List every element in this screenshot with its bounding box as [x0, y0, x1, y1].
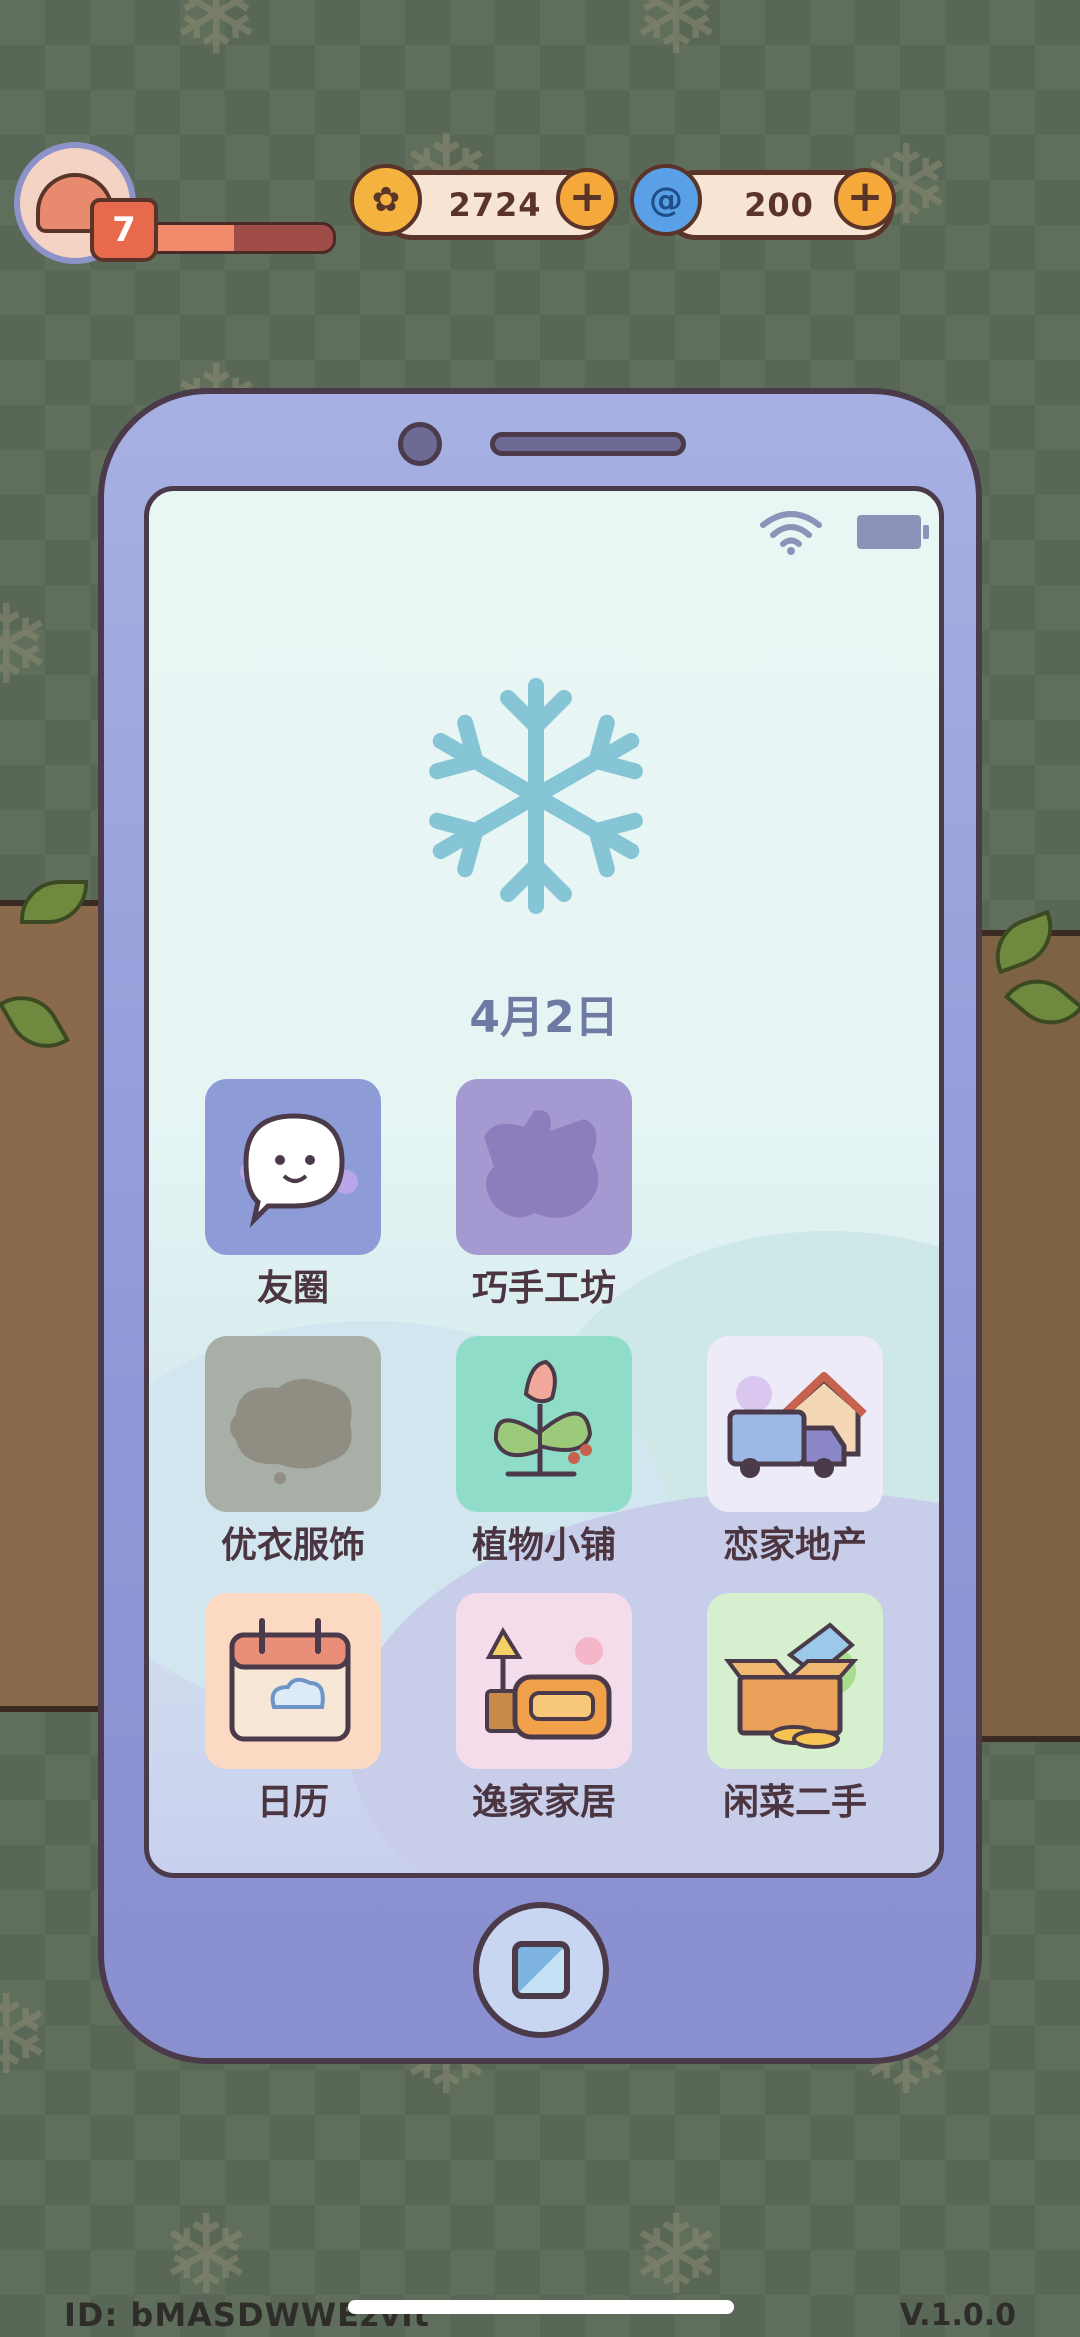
- calendar-icon: [205, 1593, 381, 1769]
- box-graphic: [724, 1622, 859, 1749]
- phone-home-button[interactable]: [473, 1902, 609, 2038]
- plant-icon: [456, 1336, 632, 1512]
- home-indicator[interactable]: [348, 2300, 734, 2314]
- add-coins-button[interactable]: +: [556, 168, 618, 230]
- app-plant-shop[interactable]: 植物小铺: [454, 1336, 634, 1568]
- app-label: 优衣服饰: [220, 1525, 365, 1566]
- swirl-gem-icon: @: [630, 164, 702, 236]
- locked-silhouette: [484, 1110, 599, 1218]
- app-clothing-locked[interactable]: 优衣服饰: [203, 1336, 383, 1568]
- locked-silhouette: [230, 1378, 352, 1484]
- furniture-graphic: [485, 1626, 612, 1740]
- app-real-estate[interactable]: 恋家地产: [705, 1336, 885, 1568]
- furniture-icon: [456, 1593, 632, 1769]
- wifi-icon: [760, 511, 822, 555]
- background-snowflake-icon: ❄: [0, 581, 53, 709]
- level-badge: 7: [90, 198, 158, 262]
- home-square-icon: [512, 1941, 570, 1999]
- app-label: 植物小铺: [471, 1525, 616, 1566]
- chat-bubble-graphic: [240, 1113, 358, 1228]
- coin-icon: ✿: [350, 164, 422, 236]
- background-snowflake-icon: ❄: [630, 2191, 723, 2319]
- phone-camera: [398, 422, 442, 466]
- chat-bubble-icon: [205, 1079, 381, 1255]
- battery-icon: [857, 515, 929, 549]
- weather-snowflake-icon: [429, 678, 643, 914]
- phone-screen: 4月2日 友圈 巧手工坊 优衣服饰 植物小铺 恋家地产 日历 逸家家居 闲菜二手: [144, 486, 944, 1878]
- app-label: 日历: [256, 1782, 329, 1823]
- coin-amount: 2724: [448, 186, 542, 224]
- background-snowflake-icon: ❄: [160, 2191, 253, 2319]
- version-label: V.1.0.0: [899, 2298, 1016, 2333]
- moving-truck-icon: [707, 1336, 883, 1512]
- app-label: 巧手工坊: [471, 1268, 616, 1309]
- workshop-icon: [456, 1079, 632, 1255]
- clothing-icon: [205, 1336, 381, 1512]
- secondhand-box-icon: [707, 1593, 883, 1769]
- app-label: 逸家家居: [471, 1782, 616, 1823]
- gem-amount: 200: [744, 186, 814, 224]
- app-home-furnishing[interactable]: 逸家家居: [454, 1593, 634, 1825]
- plant-graphic: [493, 1359, 593, 1477]
- phone-speaker: [490, 432, 686, 456]
- background-snowflake-icon: ❄: [170, 0, 263, 79]
- background-snowflake-icon: ❄: [0, 1971, 53, 2099]
- app-label: 闲菜二手: [722, 1782, 867, 1823]
- app-workshop-locked[interactable]: 巧手工坊: [454, 1079, 634, 1311]
- app-moments[interactable]: 友圈: [203, 1079, 383, 1311]
- xp-progress-bar: [140, 222, 336, 254]
- date-display: 4月2日: [469, 992, 619, 1043]
- app-secondhand[interactable]: 闲菜二手: [705, 1593, 885, 1825]
- background-snowflake-icon: ❄: [630, 0, 723, 79]
- app-label: 恋家地产: [722, 1525, 867, 1566]
- app-calendar[interactable]: 日历: [203, 1593, 383, 1825]
- calendar-graphic: [229, 1618, 351, 1742]
- phone-device: 4月2日 友圈 巧手工坊 优衣服饰 植物小铺 恋家地产 日历 逸家家居 闲菜二手: [98, 388, 982, 2064]
- add-gems-button[interactable]: +: [834, 168, 896, 230]
- truck-graphic: [727, 1372, 867, 1478]
- app-label: 友圈: [256, 1268, 329, 1309]
